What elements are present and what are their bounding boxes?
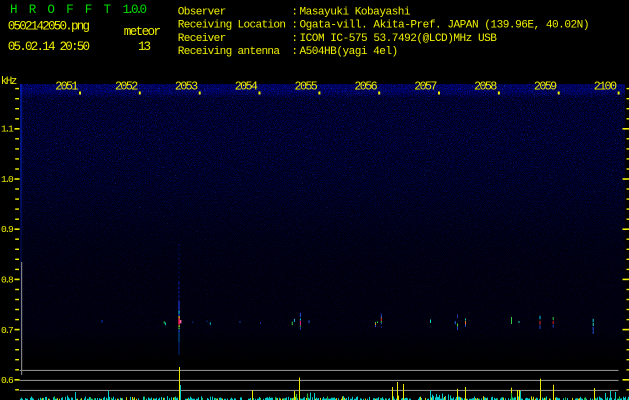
svg-text:Ogata-vill. Akita-Pref. JAPAN: Ogata-vill. Akita-Pref. JAPAN (139.96E, … — [300, 20, 590, 32]
svg-text:Receiver :: Receiver : — [178, 33, 298, 45]
svg-text:2053: 2053 — [175, 79, 198, 93]
svg-text:13: 13 — [138, 40, 151, 54]
svg-text:Receiving antenna :: Receiving antenna : — [178, 46, 298, 58]
svg-text:ICOM IC-575 53.7492(@LCD)MHz U: ICOM IC-575 53.7492(@LCD)MHz USB — [300, 33, 498, 45]
svg-text:0502142050.png: 0502142050.png — [8, 20, 90, 34]
svg-text:2100: 2100 — [594, 79, 617, 93]
svg-text:meteor: meteor — [124, 25, 161, 39]
svg-text:Masayuki Kobayashi: Masayuki Kobayashi — [300, 7, 411, 19]
svg-text:0.7: 0.7 — [1, 325, 14, 336]
svg-text:Receiving Location :: Receiving Location : — [178, 20, 298, 32]
svg-text:2051: 2051 — [55, 79, 78, 93]
svg-text:A504HB(yagi 4el): A504HB(yagi 4el) — [300, 46, 399, 58]
svg-text:kHz: kHz — [1, 76, 18, 88]
svg-text:1.0: 1.0 — [1, 174, 14, 185]
svg-text:1.0.0: 1.0.0 — [123, 3, 148, 17]
svg-text:2058: 2058 — [474, 79, 497, 93]
svg-text:05.02.14 20:50: 05.02.14 20:50 — [8, 40, 90, 54]
svg-text:2052: 2052 — [115, 79, 138, 93]
svg-text:0.9: 0.9 — [1, 224, 14, 235]
svg-text:2054: 2054 — [235, 79, 258, 93]
svg-text:2057: 2057 — [414, 79, 437, 93]
svg-text:0.8: 0.8 — [1, 275, 14, 286]
svg-text:Observer :: Observer : — [178, 7, 298, 19]
svg-text:0.6: 0.6 — [1, 375, 14, 386]
svg-text:2059: 2059 — [534, 79, 557, 93]
svg-text:2056: 2056 — [354, 79, 377, 93]
svg-text:2055: 2055 — [295, 79, 318, 93]
svg-text:1.1: 1.1 — [1, 124, 14, 135]
svg-text:H R O F F T: H R O F F T — [10, 3, 111, 17]
